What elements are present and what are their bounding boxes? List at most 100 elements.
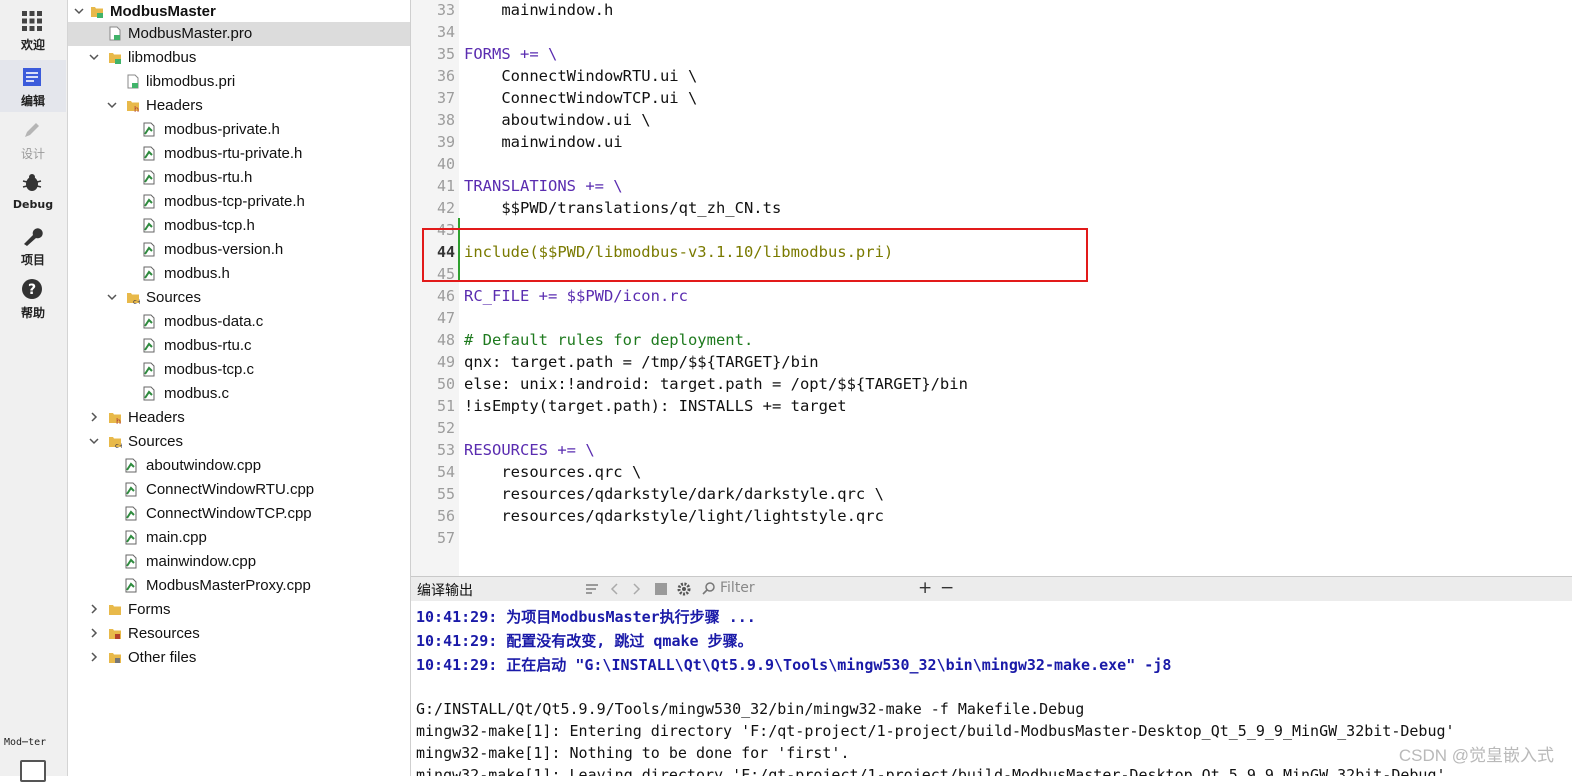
debug-bug-icon bbox=[22, 174, 42, 191]
tree-item-file[interactable]: ModbusMasterProxy.cpp bbox=[68, 574, 410, 598]
code-line[interactable]: !isEmpty(target.path): INSTALLS += targe… bbox=[464, 397, 847, 415]
line-number: 34 bbox=[436, 23, 455, 41]
kit-selector-label[interactable]: Mod⋯ter bbox=[4, 737, 46, 748]
tree-item-file[interactable]: modbus-rtu.c bbox=[68, 334, 410, 358]
line-number: 35 bbox=[436, 45, 455, 63]
code-line[interactable]: qnx: target.path = /tmp/$${TARGET}/bin bbox=[464, 353, 819, 371]
code-line[interactable]: ConnectWindowTCP.ui \ bbox=[464, 89, 697, 107]
source-file-icon bbox=[125, 554, 137, 569]
tree-item-file[interactable]: modbus-tcp.h bbox=[68, 214, 410, 238]
svg-text:c+: c+ bbox=[133, 298, 140, 305]
tree-item-label: modbus-version.h bbox=[164, 241, 284, 258]
mode-welcome-button[interactable]: 欢迎 bbox=[0, 4, 66, 56]
tree-item-label: main.cpp bbox=[146, 529, 207, 546]
line-number: 56 bbox=[436, 507, 455, 525]
chevron-down-icon[interactable] bbox=[88, 51, 100, 63]
code-line[interactable]: else: unix:!android: target.path = /opt/… bbox=[464, 375, 968, 393]
tree-item-label: modbus-rtu-private.h bbox=[164, 145, 303, 162]
code-line[interactable]: RESOURCES += \ bbox=[464, 441, 595, 459]
chevron-right-icon[interactable] bbox=[630, 582, 642, 596]
chevron-down-icon[interactable] bbox=[73, 5, 85, 17]
code-line[interactable]: aboutwindow.ui \ bbox=[464, 111, 650, 129]
tree-item-lib-sources[interactable]: c+ Sources bbox=[68, 286, 410, 310]
tree-item-file[interactable]: modbus-data.c bbox=[68, 310, 410, 334]
kit-monitor-icon[interactable] bbox=[20, 760, 46, 782]
mode-edit-button[interactable]: 编辑 bbox=[0, 60, 66, 112]
tree-item-file[interactable]: modbus.c bbox=[68, 382, 410, 406]
code-comment-line[interactable]: # Default rules for deployment. bbox=[464, 331, 753, 349]
source-file-icon bbox=[125, 578, 137, 593]
code-line[interactable]: resources/qdarkstyle/dark/darkstyle.qrc … bbox=[464, 485, 884, 503]
mode-design-button[interactable]: 设计 bbox=[0, 113, 66, 165]
remove-output-button[interactable]: − bbox=[940, 578, 954, 598]
chevron-right-icon[interactable] bbox=[88, 627, 100, 639]
tree-item-file[interactable]: modbus-version.h bbox=[68, 238, 410, 262]
compile-output[interactable]: 10:41:29: 为项目ModbusMaster执行步骤 ... 10:41:… bbox=[411, 601, 1572, 776]
tree-item-file[interactable]: modbus-rtu.h bbox=[68, 166, 410, 190]
line-number: 41 bbox=[436, 177, 455, 195]
code-line[interactable]: TRANSLATIONS += \ bbox=[464, 177, 623, 195]
tree-item-headers[interactable]: h Headers bbox=[68, 406, 410, 430]
chevron-down-icon[interactable] bbox=[88, 435, 100, 447]
code-line[interactable]: mainwindow.ui bbox=[464, 133, 622, 151]
source-file-icon bbox=[143, 314, 155, 329]
mode-project-button[interactable]: 项目 bbox=[0, 219, 66, 271]
tree-item-file[interactable]: mainwindow.cpp bbox=[68, 550, 410, 574]
code-editor[interactable]: 33 34 35 36 37 38 39 40 41 42 43 44 45 4… bbox=[411, 0, 1572, 576]
source-file-icon bbox=[125, 530, 137, 545]
code-line[interactable]: ConnectWindowRTU.ui \ bbox=[464, 67, 697, 85]
chevron-down-icon[interactable] bbox=[106, 99, 118, 111]
chevron-right-icon[interactable] bbox=[88, 411, 100, 423]
tree-item-file[interactable]: modbus-rtu-private.h bbox=[68, 142, 410, 166]
code-line[interactable]: resources.qrc \ bbox=[464, 463, 641, 481]
tree-item-file[interactable]: modbus.h bbox=[68, 262, 410, 286]
tree-item-resources[interactable]: Resources bbox=[68, 622, 410, 646]
tree-item-label: modbus-tcp-private.h bbox=[164, 193, 305, 210]
line-number: 36 bbox=[436, 67, 455, 85]
tree-item-label: libmodbus.pri bbox=[146, 73, 236, 90]
tree-item-file[interactable]: modbus-tcp-private.h bbox=[68, 190, 410, 214]
tree-item-sources[interactable]: c+ Sources bbox=[68, 430, 410, 454]
chevron-down-icon[interactable] bbox=[106, 291, 118, 303]
mode-debug-button[interactable]: Debug bbox=[0, 166, 66, 218]
tree-item-file[interactable]: aboutwindow.cpp bbox=[68, 454, 410, 478]
stop-icon[interactable] bbox=[654, 582, 668, 596]
chevron-right-icon[interactable] bbox=[88, 651, 100, 663]
filter-field[interactable]: Filter bbox=[702, 579, 902, 597]
tree-item-file[interactable]: modbus-tcp.c bbox=[68, 358, 410, 382]
output-pane-title[interactable]: 编译输出 bbox=[417, 580, 473, 600]
tree-item-label: modbus-tcp.h bbox=[164, 217, 255, 234]
edit-document-icon bbox=[23, 68, 41, 86]
code-line[interactable]: RC_FILE += $$PWD/icon.rc bbox=[464, 287, 688, 305]
header-file-icon bbox=[143, 266, 155, 281]
tree-item-file[interactable]: main.cpp bbox=[68, 526, 410, 550]
tree-item-other-files[interactable]: Other files bbox=[68, 646, 410, 670]
tree-item-file[interactable]: ConnectWindowTCP.cpp bbox=[68, 502, 410, 526]
help-question-icon: ? bbox=[22, 279, 42, 299]
code-line[interactable]: mainwindow.h bbox=[464, 1, 613, 19]
chevron-left-icon[interactable] bbox=[609, 582, 621, 596]
tree-item-file[interactable]: ConnectWindowRTU.cpp bbox=[68, 478, 410, 502]
code-line[interactable]: $$PWD/translations/qt_zh_CN.ts bbox=[464, 199, 781, 217]
gear-icon[interactable] bbox=[676, 581, 692, 597]
output-line: mingw32-make[1]: Nothing to be done for … bbox=[416, 744, 850, 762]
mode-help-button[interactable]: ? 帮助 bbox=[0, 272, 66, 324]
tree-item-libmodbus-pri[interactable]: libmodbus.pri bbox=[68, 70, 410, 94]
tree-item-file[interactable]: modbus-private.h bbox=[68, 118, 410, 142]
tree-item-lib-headers[interactable]: h Headers bbox=[68, 94, 410, 118]
word-wrap-icon[interactable] bbox=[584, 581, 600, 597]
code-line[interactable]: FORMS += \ bbox=[464, 45, 557, 63]
tree-item-project-root[interactable]: ModbusMaster bbox=[68, 0, 410, 24]
add-output-button[interactable]: + bbox=[918, 578, 932, 598]
tree-item-label: modbus-rtu.h bbox=[164, 169, 253, 186]
line-number: 40 bbox=[436, 155, 455, 173]
mode-design-label: 设计 bbox=[20, 147, 45, 161]
tree-item-forms[interactable]: Forms bbox=[68, 598, 410, 622]
line-number: 57 bbox=[436, 529, 455, 547]
output-line: mingw32-make[1]: Leaving directory 'F:/q… bbox=[416, 766, 1446, 776]
code-line[interactable]: resources/qdarkstyle/light/lightstyle.qr… bbox=[464, 507, 884, 525]
mode-edit-label: 编辑 bbox=[20, 94, 45, 108]
chevron-right-icon[interactable] bbox=[88, 603, 100, 615]
tree-item-pro-file[interactable]: ModbusMaster.pro bbox=[68, 22, 410, 46]
tree-item-libmodbus[interactable]: libmodbus bbox=[68, 46, 410, 70]
